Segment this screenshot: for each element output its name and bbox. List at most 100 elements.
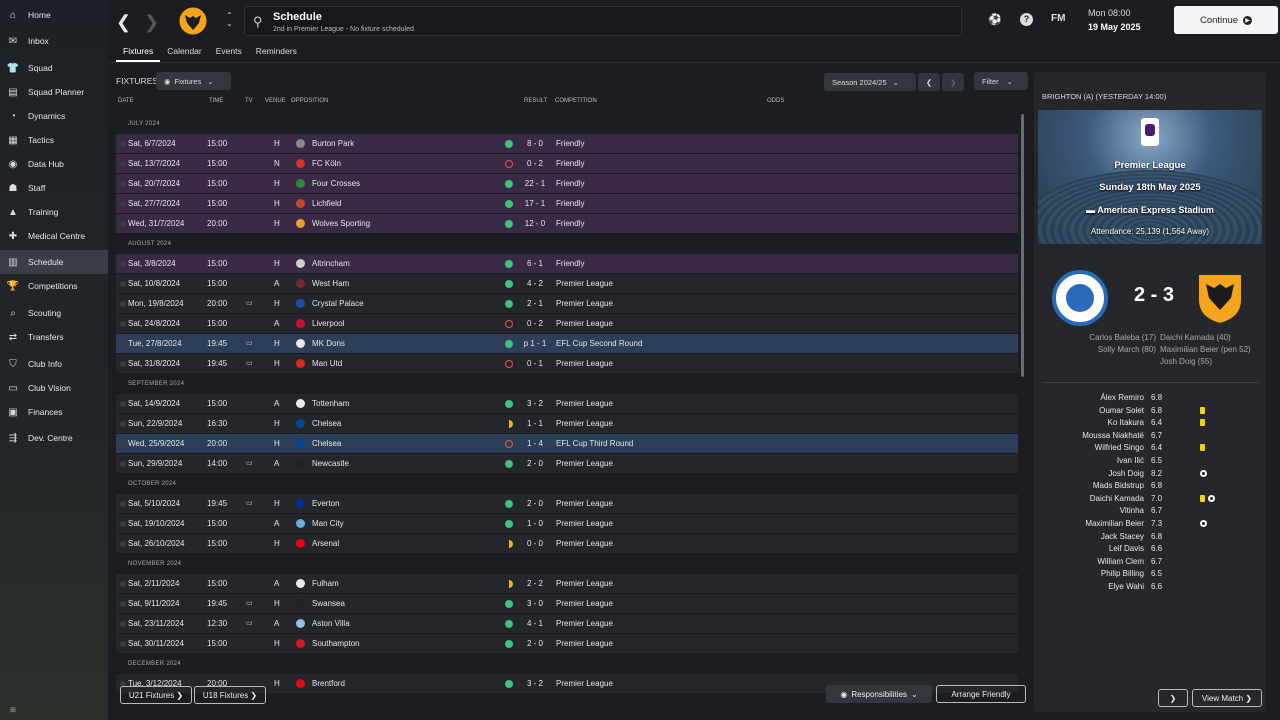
- player-name[interactable]: Daichi Kamada: [1090, 494, 1144, 503]
- fixture-competition[interactable]: Premier League: [556, 619, 613, 628]
- fixture-competition[interactable]: Premier League: [556, 499, 613, 508]
- player-name[interactable]: Ivan Ilić: [1117, 456, 1144, 465]
- sidebar-item-data-hub[interactable]: ◉ Data Hub: [0, 152, 108, 176]
- fixture-competition[interactable]: Premier League: [556, 519, 613, 528]
- club-switch-chevron-icon[interactable]: ⌃ ⌄: [226, 12, 233, 28]
- fixture-competition[interactable]: EFL Cup Second Round: [556, 339, 642, 348]
- fixture-row[interactable]: Sat, 26/10/2024 15:00 H Arsenal 0 - 0 Premier…: [116, 534, 1018, 554]
- u18-fixtures-button[interactable]: U18 Fixtures ❯: [194, 686, 266, 704]
- sidebar-item-tactics[interactable]: ▦ Tactics: [0, 128, 108, 152]
- fixture-score[interactable]: 6 - 1: [520, 259, 550, 268]
- sidebar-item-scouting[interactable]: ⌕ Scouting: [0, 301, 108, 325]
- col-result[interactable]: RESULT: [524, 98, 547, 104]
- fixture-opponent[interactable]: Altrincham: [312, 259, 350, 268]
- fixture-competition[interactable]: Friendly: [556, 139, 584, 148]
- player-rating-row[interactable]: Vitinha 6.7: [1034, 505, 1266, 518]
- col-venue[interactable]: VENUE: [265, 98, 286, 104]
- player-name[interactable]: Wilfried Singo: [1095, 443, 1144, 452]
- ball-icon[interactable]: ⚽: [988, 13, 1002, 26]
- next-match-button[interactable]: ❯: [1158, 689, 1188, 707]
- fixture-competition[interactable]: Premier League: [556, 399, 613, 408]
- player-rating-row[interactable]: Mads Bidstrup 6.8: [1034, 480, 1266, 493]
- fixture-opponent[interactable]: Arsenal: [312, 539, 339, 548]
- fixture-opponent[interactable]: Liverpool: [312, 319, 344, 328]
- sidebar-item-dynamics[interactable]: ◔ Dynamics: [0, 104, 108, 128]
- player-rating-row[interactable]: Leif Davis 6.6: [1034, 543, 1266, 556]
- player-name[interactable]: Ko Itakura: [1108, 418, 1144, 427]
- help-icon[interactable]: ?: [1020, 13, 1033, 26]
- fixture-score[interactable]: 17 - 1: [520, 199, 550, 208]
- fixture-row[interactable]: Sun, 29/9/2024 14:00 ▭ A Newcastle 2 - 0 Premi…: [116, 454, 1018, 474]
- fixture-opponent[interactable]: Tottenham: [312, 399, 349, 408]
- fixture-score[interactable]: 1 - 0: [520, 519, 550, 528]
- col-opposition[interactable]: OPPOSITION: [291, 98, 328, 104]
- fixture-score[interactable]: 3 - 2: [520, 399, 550, 408]
- fixture-row[interactable]: Sat, 31/8/2024 19:45 ▭ H Man Utd 0 - 1 Premier…: [116, 354, 1018, 374]
- sidebar-item-club-info[interactable]: ⛉ Club Info: [0, 352, 108, 376]
- tab-events[interactable]: Events: [209, 42, 249, 62]
- fixture-score[interactable]: 4 - 2: [520, 279, 550, 288]
- fixture-row[interactable]: Mon, 19/8/2024 20:00 ▭ H Crystal Palace 2 - 1…: [116, 294, 1018, 314]
- fixture-row[interactable]: Sat, 13/7/2024 15:00 N FC Köln 0 - 2 Friendly: [116, 154, 1018, 174]
- fixture-competition[interactable]: Premier League: [556, 599, 613, 608]
- fixture-competition[interactable]: Premier League: [556, 319, 613, 328]
- fixture-opponent[interactable]: Man City: [312, 519, 344, 528]
- fixture-competition[interactable]: Friendly: [556, 219, 584, 228]
- u21-fixtures-button[interactable]: U21 Fixtures ❯: [120, 686, 192, 704]
- col-date[interactable]: DATE: [118, 98, 134, 104]
- player-rating-row[interactable]: Elye Wahi 6.6: [1034, 581, 1266, 594]
- fixture-opponent[interactable]: Aston Villa: [312, 619, 350, 628]
- fixture-opponent[interactable]: Fulham: [312, 579, 339, 588]
- col-time[interactable]: TIME: [209, 98, 223, 104]
- continue-button[interactable]: Continue ▶: [1174, 6, 1278, 34]
- fixture-score[interactable]: 0 - 0: [520, 539, 550, 548]
- fixture-row[interactable]: Wed, 31/7/2024 20:00 H Wolves Sporting 12 - …: [116, 214, 1018, 234]
- season-dropdown[interactable]: Season 2024/25 ⌄: [824, 73, 916, 91]
- col-competition[interactable]: COMPETITION: [555, 98, 597, 104]
- player-name[interactable]: Leif Davis: [1109, 544, 1144, 553]
- tab-reminders[interactable]: Reminders: [249, 42, 304, 62]
- fixture-row[interactable]: Sun, 22/9/2024 16:30 H Chelsea 1 - 1 Premier …: [116, 414, 1018, 434]
- scrollbar[interactable]: [1021, 114, 1024, 377]
- player-name[interactable]: Jack Stacey: [1101, 532, 1144, 541]
- fixture-opponent[interactable]: Swansea: [312, 599, 345, 608]
- fixture-opponent[interactable]: Everton: [312, 499, 340, 508]
- fixture-competition[interactable]: Friendly: [556, 259, 584, 268]
- fixture-score[interactable]: 22 - 1: [520, 179, 550, 188]
- player-rating-row[interactable]: Josh Doig 8.2: [1034, 468, 1266, 481]
- tab-calendar[interactable]: Calendar: [160, 42, 209, 62]
- fixture-competition[interactable]: Premier League: [556, 419, 613, 428]
- fixture-score[interactable]: 2 - 2: [520, 579, 550, 588]
- fixture-score[interactable]: 2 - 0: [520, 499, 550, 508]
- player-name[interactable]: Josh Doig: [1108, 469, 1144, 478]
- sidebar-item-squad-planner[interactable]: ▤ Squad Planner: [0, 80, 108, 104]
- fixture-opponent[interactable]: FC Köln: [312, 159, 341, 168]
- sidebar-item-home[interactable]: ⌂ Home: [0, 3, 108, 27]
- view-match-button[interactable]: View Match ❯: [1192, 689, 1262, 707]
- sidebar-item-transfers[interactable]: ⇄ Transfers: [0, 325, 108, 349]
- player-rating-row[interactable]: William Clem 6.7: [1034, 556, 1266, 569]
- fixture-competition[interactable]: Premier League: [556, 359, 613, 368]
- sidebar-item-competitions[interactable]: 🏆 Competitions: [0, 274, 108, 298]
- player-rating-row[interactable]: Oumar Solet 6.8: [1034, 405, 1266, 418]
- sidebar-item-finances[interactable]: ▣ Finances: [0, 400, 108, 424]
- player-rating-row[interactable]: Ko Itakura 6.4: [1034, 417, 1266, 430]
- fixture-competition[interactable]: Friendly: [556, 199, 584, 208]
- player-name[interactable]: Moussa Niakhaté: [1082, 431, 1144, 440]
- back-arrow-icon[interactable]: ❮: [116, 12, 131, 33]
- fixture-row[interactable]: Sat, 3/8/2024 15:00 H Altrincham 6 - 1 Friend…: [116, 254, 1018, 274]
- fixture-score[interactable]: 0 - 1: [520, 359, 550, 368]
- fixture-opponent[interactable]: Brentford: [312, 679, 345, 688]
- sidebar-item-inbox[interactable]: ✉ Inbox: [0, 29, 108, 53]
- col-tv[interactable]: TV: [245, 98, 253, 104]
- fixture-score[interactable]: 2 - 0: [520, 639, 550, 648]
- fixture-row[interactable]: Sat, 20/7/2024 15:00 H Four Crosses 22 - 1 Fr…: [116, 174, 1018, 194]
- fixture-score[interactable]: 1 - 1: [520, 419, 550, 428]
- player-rating-row[interactable]: Álex Remiro 6.8: [1034, 392, 1266, 405]
- fixture-opponent[interactable]: West Ham: [312, 279, 349, 288]
- player-name[interactable]: Mads Bidstrup: [1093, 481, 1144, 490]
- season-next-button[interactable]: ❯: [942, 73, 964, 91]
- fixture-score[interactable]: 8 - 0: [520, 139, 550, 148]
- fixture-score[interactable]: 12 - 0: [520, 219, 550, 228]
- fixture-row[interactable]: Sat, 30/11/2024 15:00 H Southampton 2 - 0 Pre…: [116, 634, 1018, 654]
